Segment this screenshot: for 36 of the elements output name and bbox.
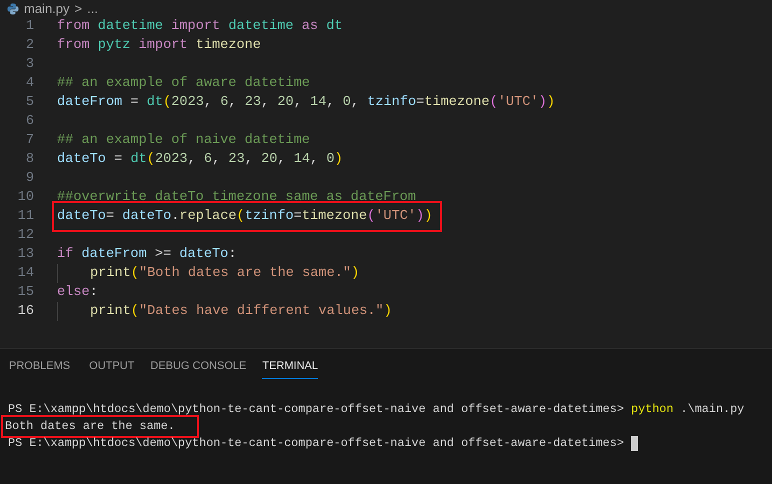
panel-tab[interactable]: OUTPUT — [89, 349, 134, 379]
line-number: 14 — [16, 266, 34, 281]
line-number: 5 — [24, 95, 34, 110]
panel-tab[interactable]: DEBUG CONSOLE — [150, 349, 246, 379]
code-line: ## an example of naive datetime — [57, 132, 310, 150]
breadcrumb-file[interactable]: main.py — [24, 1, 70, 16]
line-number: 10 — [16, 190, 34, 205]
line-number: 15 — [16, 285, 34, 300]
breadcrumb-separator: > — [74, 1, 82, 16]
code-line: from pytz import timezone — [57, 37, 261, 55]
line-number: 12 — [16, 228, 34, 243]
code-line: from datetime import datetime as dt — [57, 18, 343, 36]
code-line: print("Dates have different values.") — [90, 303, 392, 321]
line-number: 6 — [24, 114, 34, 129]
panel-tab[interactable]: TERMINAL — [262, 349, 318, 379]
line-number: 8 — [24, 152, 34, 167]
breadcrumb-more[interactable]: ... — [87, 1, 98, 16]
line-number: 2 — [24, 38, 34, 53]
line-number: 9 — [24, 171, 34, 186]
line-number: 7 — [24, 133, 34, 148]
line-number: 16 — [16, 304, 34, 319]
code-line: if dateFrom >= dateTo: — [57, 246, 237, 264]
python-logo-icon — [7, 2, 19, 14]
code-line: else: — [57, 284, 98, 302]
line-number: 3 — [24, 57, 34, 72]
code-line: print("Both dates are the same.") — [90, 265, 360, 283]
line-number: 13 — [16, 247, 34, 262]
panel-tab[interactable]: PROBLEMS — [9, 349, 70, 379]
line-number: 1 — [24, 19, 34, 34]
line-number: 4 — [24, 76, 34, 91]
terminal-line: PS E:\xampp\htdocs\demo\python-te-cant-compare-offset-naive and offset-aware-datetimes> — [8, 435, 625, 452]
code-line: dateTo = dt(2023, 6, 23, 20, 14, 0) — [57, 151, 343, 169]
code-line: ## an example of aware datetime — [57, 75, 310, 93]
code-line: dateFrom = dt(2023, 6, 23, 20, 14, 0, tzinfo=timezone('UTC')) — [57, 94, 555, 112]
line-number: 11 — [16, 209, 34, 224]
terminal-line: PS E:\xampp\htdocs\demo\python-te-cant-compare-offset-naive and offset-aware-datetimes> python .\main.py — [8, 401, 744, 418]
